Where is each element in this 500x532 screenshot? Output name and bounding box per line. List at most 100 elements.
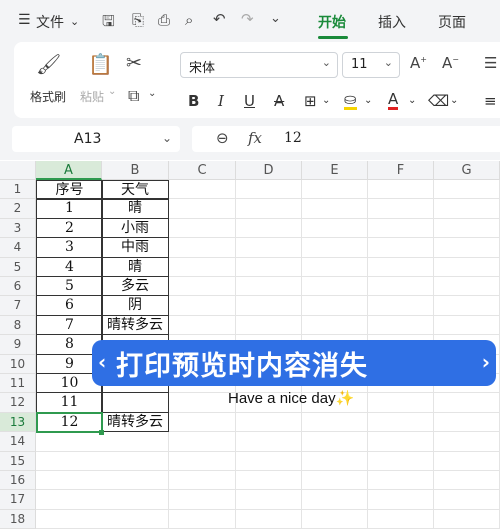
increase-font-icon[interactable]: A+ xyxy=(410,54,427,72)
row-header-17[interactable]: 17 xyxy=(0,490,36,510)
column-header-g[interactable]: G xyxy=(434,161,500,180)
table-cell[interactable]: 11 xyxy=(36,392,103,413)
export-icon[interactable]: ⎘ xyxy=(132,11,144,29)
name-box[interactable]: A13 ⌄ xyxy=(12,126,180,152)
name-box-chevron-icon[interactable]: ⌄ xyxy=(162,131,172,145)
row-header-11[interactable]: 11 xyxy=(0,374,36,394)
table-cell[interactable]: 5 xyxy=(36,276,103,297)
cut-icon[interactable]: ✂ xyxy=(126,52,142,74)
gridline-row xyxy=(36,450,500,452)
decrease-font-icon[interactable]: A− xyxy=(442,54,459,72)
select-all-corner[interactable] xyxy=(0,161,36,180)
print-icon[interactable]: ⎙ xyxy=(158,11,170,29)
row-header-4[interactable]: 4 xyxy=(0,238,36,258)
row-header-15[interactable]: 15 xyxy=(0,451,36,471)
table-cell[interactable]: 7 xyxy=(36,314,103,336)
borders-icon[interactable]: ⊞ xyxy=(304,92,317,110)
table-cell[interactable]: 晴 xyxy=(101,198,169,219)
column-header-b[interactable]: B xyxy=(102,161,169,180)
table-cell[interactable]: 4 xyxy=(36,256,103,277)
font-name-value: 宋体 xyxy=(189,61,216,76)
format-painter-icon[interactable]: 🖌 xyxy=(36,52,61,76)
more-chevron-icon[interactable]: ⌄ xyxy=(270,11,281,26)
column-header-e[interactable]: E xyxy=(302,161,368,180)
print-preview-icon[interactable]: ⌕ xyxy=(185,11,193,29)
fill-color-chevron-icon[interactable]: ⌄ xyxy=(364,95,372,106)
align-icon[interactable]: ☰ xyxy=(484,54,497,72)
formula-input[interactable]: ⊖ fx 12 xyxy=(192,126,500,152)
table-header-cell[interactable]: 序号 xyxy=(36,180,103,201)
row-header-8[interactable]: 8 xyxy=(0,315,36,336)
clear-format-icon[interactable]: ⌫ xyxy=(428,92,449,110)
underline-icon[interactable]: U xyxy=(244,92,255,110)
font-size-chevron-icon: ⌄ xyxy=(383,56,393,69)
banner-left-arrow-icon: ‹ xyxy=(98,350,107,374)
row-header-16[interactable]: 16 xyxy=(0,471,36,491)
tab-page[interactable]: 页面 xyxy=(438,12,466,32)
row-header-18[interactable]: 18 xyxy=(0,509,36,530)
undo-icon[interactable]: ↶ xyxy=(213,10,226,28)
formula-bar: A13 ⌄ ⊖ fx 12 xyxy=(0,118,500,160)
sparkle-icon: ✨ xyxy=(335,390,355,407)
table-cell[interactable]: 1 xyxy=(36,198,103,219)
copy-icon[interactable]: ⧉ xyxy=(128,86,139,106)
fill-handle[interactable] xyxy=(99,430,104,436)
save-icon[interactable]: 🖫 xyxy=(102,11,115,36)
table-cell[interactable]: 多云 xyxy=(101,276,169,297)
borders-chevron-icon[interactable]: ⌄ xyxy=(322,95,330,106)
copy-chevron-icon[interactable]: ⌄ xyxy=(148,88,156,99)
row-header-12[interactable]: 12 xyxy=(0,393,36,413)
row-header-3[interactable]: 3 xyxy=(0,218,36,239)
table-header-cell[interactable]: 天气 xyxy=(101,180,169,201)
table-cell[interactable]: 晴转多云 xyxy=(101,411,169,433)
row-header-2[interactable]: 2 xyxy=(0,199,36,219)
column-header-a[interactable]: A xyxy=(36,161,102,180)
tab-home[interactable]: 开始 xyxy=(318,12,346,32)
table-cell[interactable] xyxy=(101,392,169,413)
paste-chevron-icon[interactable]: ⌄ xyxy=(108,86,116,97)
clear-format-chevron-icon[interactable]: ⌄ xyxy=(450,95,458,106)
format-painter-button[interactable]: 格式刷 xyxy=(30,88,66,105)
file-menu[interactable]: 文件 xyxy=(36,12,64,32)
row-header-5[interactable]: 5 xyxy=(0,257,36,277)
bold-icon[interactable]: B xyxy=(188,92,199,110)
table-cell[interactable]: 晴转多云 xyxy=(101,314,169,336)
fill-color-icon[interactable]: ⛀ xyxy=(344,92,357,110)
table-cell[interactable]: 中雨 xyxy=(101,237,169,258)
row-header-13[interactable]: 13 xyxy=(0,412,36,433)
gridline-row xyxy=(36,508,500,510)
main-menu-icon[interactable]: ☰ xyxy=(18,12,31,28)
table-cell[interactable]: 6 xyxy=(36,295,103,316)
column-header-c[interactable]: C xyxy=(169,161,236,180)
column-header-d[interactable]: D xyxy=(236,161,302,180)
table-cell[interactable]: 小雨 xyxy=(101,217,169,239)
table-cell[interactable]: 晴 xyxy=(101,256,169,277)
row-header-10[interactable]: 10 xyxy=(0,354,36,374)
font-color-icon[interactable]: A xyxy=(388,92,399,110)
more-format-icon[interactable]: ≡ xyxy=(484,92,497,110)
row-header-9[interactable]: 9 xyxy=(0,335,36,355)
tab-insert[interactable]: 插入 xyxy=(378,12,406,32)
file-menu-chevron-icon[interactable]: ⌄ xyxy=(70,15,79,28)
row-header-14[interactable]: 14 xyxy=(0,432,36,452)
banner-title: 打印预览时内容消失 xyxy=(116,351,368,382)
row-header-7[interactable]: 7 xyxy=(0,296,36,316)
redo-icon[interactable]: ↷ xyxy=(241,10,254,28)
row-header-6[interactable]: 6 xyxy=(0,277,36,297)
font-color-chevron-icon[interactable]: ⌄ xyxy=(408,95,416,106)
paste-icon[interactable]: 📋 xyxy=(88,52,113,76)
strikethrough-icon[interactable]: A xyxy=(274,92,284,110)
paste-button[interactable]: 粘贴 xyxy=(80,88,104,105)
zoom-search-icon[interactable]: ⊖ xyxy=(216,129,229,147)
ribbon-panel: 🖌 格式刷 📋 粘贴 ⌄ ✂ ⧉ ⌄ 宋体 ⌄ 11 ⌄ A+ A− ☰ B I… xyxy=(14,42,500,118)
column-header-f[interactable]: F xyxy=(368,161,434,180)
fx-icon[interactable]: fx xyxy=(248,129,262,147)
subtitle-text: Have a nice day xyxy=(228,390,336,407)
font-size-select[interactable]: 11 ⌄ xyxy=(342,52,400,78)
row-header-1[interactable]: 1 xyxy=(0,180,36,200)
font-name-select[interactable]: 宋体 ⌄ xyxy=(180,52,338,78)
table-cell[interactable]: 阴 xyxy=(101,295,169,316)
table-cell[interactable]: 2 xyxy=(36,217,103,239)
table-cell[interactable]: 3 xyxy=(36,237,103,258)
italic-icon[interactable]: I xyxy=(218,92,224,110)
